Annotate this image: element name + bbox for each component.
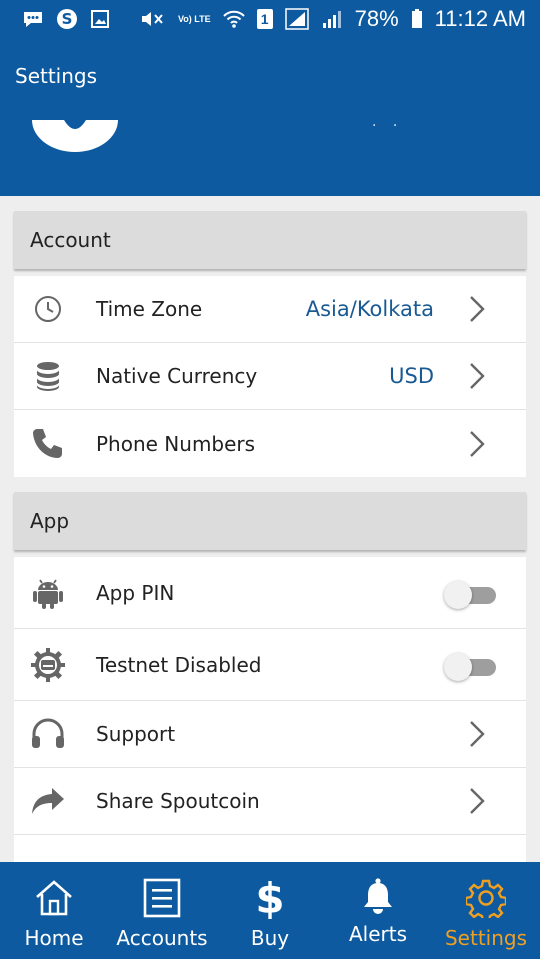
chevron-right-icon: [468, 786, 490, 816]
row-testnet[interactable]: Testnet Disabled: [14, 629, 526, 701]
app-header: Settings · ·: [0, 38, 540, 196]
volte-icon: Vo) LTE: [177, 13, 211, 24]
page-title: Settings: [15, 64, 98, 88]
home-icon: [34, 876, 74, 920]
sim1-icon: 1: [256, 9, 273, 29]
clock-time: 11:12 AM: [434, 6, 526, 31]
avatar[interactable]: [32, 120, 118, 156]
section-header-app: App: [14, 492, 526, 550]
account-list: Time Zone Asia/Kolkata Native Currency U…: [14, 276, 526, 477]
nav-accounts[interactable]: Accounts: [112, 862, 212, 959]
row-label: Share Spoutcoin: [96, 789, 260, 813]
chevron-right-icon: [468, 294, 490, 324]
chevron-right-icon: [468, 429, 490, 459]
row-label: Testnet Disabled: [96, 652, 262, 677]
headset-icon: [15, 718, 81, 750]
wifi-icon: [222, 9, 245, 29]
row-label: Phone Numbers: [96, 431, 256, 456]
toggle-knob: [444, 580, 472, 609]
row-time-zone[interactable]: Time Zone Asia/Kolkata: [14, 276, 526, 343]
svg-text:S: S: [62, 10, 73, 28]
app-pin-toggle[interactable]: [444, 580, 498, 609]
coin-stack-icon: [15, 360, 81, 392]
battery-icon: [411, 9, 423, 29]
currency-value: USD: [389, 364, 434, 388]
bell-icon: [361, 874, 395, 918]
nav-label: Accounts: [116, 926, 208, 950]
nav-home[interactable]: Home: [14, 862, 94, 959]
nav-label: Settings: [444, 926, 528, 950]
row-label: Native Currency: [96, 364, 258, 388]
nav-settings[interactable]: Settings: [440, 862, 532, 959]
nav-label: Home: [24, 926, 84, 950]
row-native-currency[interactable]: Native Currency USD: [14, 343, 526, 410]
signal-icon: [284, 8, 309, 30]
message-icon: [22, 10, 44, 28]
testnet-gear-icon: [15, 647, 81, 683]
nav-alerts[interactable]: Alerts: [340, 862, 416, 959]
testnet-toggle[interactable]: [444, 652, 498, 681]
nav-label: Buy: [250, 926, 290, 950]
time-zone-value: Asia/Kolkata: [305, 297, 434, 321]
bottom-nav: Home Accounts $ Buy Alerts Settings: [0, 862, 540, 959]
row-phone-numbers[interactable]: Phone Numbers: [14, 410, 526, 477]
row-share[interactable]: Share Spoutcoin: [14, 768, 526, 835]
gear-icon: [466, 876, 506, 920]
gallery-icon: [90, 9, 110, 29]
header-dots: · ·: [372, 118, 404, 134]
chevron-right-icon: [468, 719, 490, 749]
dollar-icon: $: [255, 873, 285, 923]
share-arrow-icon: [15, 786, 81, 816]
signal2-icon: [321, 9, 343, 29]
toggle-knob: [444, 652, 472, 681]
android-icon: [15, 576, 81, 610]
row-support[interactable]: Support: [14, 701, 526, 768]
list-icon: [143, 876, 181, 920]
row-label: App PIN: [96, 580, 175, 605]
skype-icon: S: [56, 8, 78, 30]
app-list: App PIN Testnet Disabled Support Share S…: [14, 557, 526, 875]
nav-buy[interactable]: $ Buy: [240, 862, 300, 959]
settings-content: Account Time Zone Asia/Kolkata Native Cu…: [14, 211, 526, 875]
battery-percent: 78%: [354, 6, 399, 31]
mute-icon: [140, 9, 166, 29]
row-app-pin[interactable]: App PIN: [14, 557, 526, 629]
status-bar: S Vo) LTE 1 78% 11:12 AM: [0, 0, 540, 38]
phone-icon: [15, 427, 81, 461]
nav-label: Alerts: [348, 922, 408, 946]
section-header-account: Account: [14, 211, 526, 269]
chevron-right-icon: [468, 361, 490, 391]
row-label: Time Zone: [96, 297, 203, 321]
row-label: Support: [96, 722, 176, 746]
clock-icon: [15, 295, 81, 323]
